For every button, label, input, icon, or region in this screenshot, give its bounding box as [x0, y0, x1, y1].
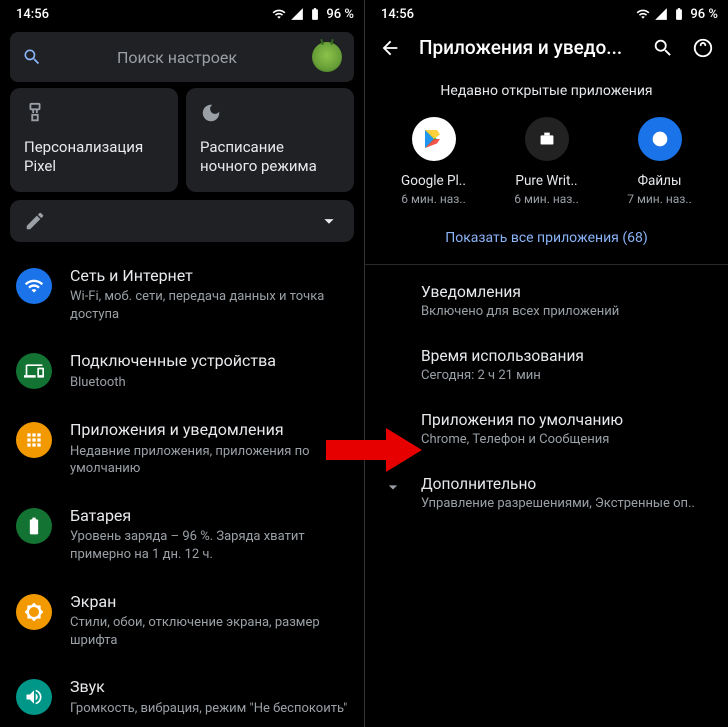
- app-time: 7 мин. наз..: [627, 192, 691, 206]
- status-battery: 96 %: [690, 7, 718, 22]
- search-placeholder: Поиск настроек: [56, 48, 298, 67]
- search-icon: [652, 37, 674, 59]
- app-name: Pure Writ..: [515, 173, 577, 189]
- recent-app-google-play[interactable]: Google Pl.. 6 мин. наз..: [384, 117, 484, 206]
- row-advanced[interactable]: Дополнительно Управление разрешениями, Э…: [365, 461, 728, 525]
- recent-apps-header: Недавно открытые приложения: [365, 67, 728, 117]
- row-network[interactable]: Сеть и Интернет Wi-Fi, моб. сети, переда…: [0, 252, 364, 338]
- pure-writer-icon: [525, 117, 569, 161]
- tile-pixel-personalization[interactable]: Персонализация Pixel: [10, 88, 178, 192]
- files-icon: [638, 117, 682, 161]
- row-title: Время использования: [421, 347, 712, 365]
- row-battery[interactable]: Батарея Уровень заряда – 96 %. Заряда хв…: [0, 492, 364, 578]
- avatar[interactable]: [312, 42, 342, 72]
- tiles-edit-bar[interactable]: [10, 200, 354, 242]
- row-title: Дополнительно: [421, 475, 712, 493]
- row-sub: Сегодня: 2 ч 21 мин: [421, 368, 712, 383]
- recent-app-pure-writer[interactable]: Pure Writ.. 6 мин. наз..: [497, 117, 597, 206]
- battery-icon: [16, 508, 52, 544]
- help-icon: [692, 37, 714, 59]
- row-title: Звук: [70, 677, 348, 698]
- row-sub: Управление разрешениями, Экстренные оп..: [421, 496, 712, 511]
- search-button[interactable]: [652, 37, 674, 59]
- help-button[interactable]: [692, 37, 714, 59]
- status-icons: 96 %: [636, 7, 718, 22]
- status-battery: 96 %: [326, 7, 354, 22]
- row-apps-notifications[interactable]: Приложения и уведомления Недавние прилож…: [0, 406, 364, 492]
- row-sound[interactable]: Звук Громкость, вибрация, режим "Не бесп…: [0, 663, 364, 727]
- row-notifications[interactable]: Уведомления Включено для всех приложений: [365, 269, 728, 333]
- row-sub: Громкость, вибрация, режим "Не беспокоит…: [70, 700, 348, 718]
- page-title: Приложения и уведо...: [419, 36, 634, 59]
- row-display[interactable]: Экран Стили, обои, отключение экрана, ра…: [0, 578, 364, 664]
- row-sub: Wi-Fi, моб. сети, передача данных и точк…: [70, 288, 348, 323]
- row-title: Уведомления: [421, 283, 712, 301]
- status-time: 14:56: [16, 7, 49, 22]
- wifi-icon: [272, 7, 286, 21]
- tile-label: Персонализация Pixel: [24, 138, 164, 176]
- battery-icon: [308, 7, 322, 21]
- back-button[interactable]: [379, 37, 401, 59]
- tile-night-schedule[interactable]: Расписание ночного режима: [186, 88, 354, 192]
- row-connected-devices[interactable]: Подключенные устройства Bluetooth: [0, 337, 364, 405]
- google-play-icon: [412, 117, 456, 161]
- row-title: Экран: [70, 592, 348, 613]
- app-name: Google Pl..: [401, 173, 466, 189]
- row-title: Батарея: [70, 506, 348, 527]
- row-sub: Chrome, Телефон и Сообщения: [421, 432, 712, 447]
- row-sub: Включено для всех приложений: [421, 304, 712, 319]
- devices-icon: [16, 353, 52, 389]
- settings-list: Сеть и Интернет Wi-Fi, моб. сети, переда…: [0, 246, 364, 727]
- status-bar: 14:56 96 %: [365, 0, 728, 26]
- wifi-icon: [636, 7, 650, 21]
- sound-icon: [16, 679, 52, 715]
- recent-apps: Google Pl.. 6 мин. наз.. Pure Writ.. 6 м…: [365, 117, 728, 206]
- row-sub: Уровень заряда – 96 %. Заряда хватит при…: [70, 528, 348, 563]
- status-bar: 14:56 96 %: [0, 0, 364, 26]
- chevron-down-icon: [318, 210, 340, 232]
- settings-main-screen: 14:56 96 % Поиск настроек Персонализация…: [0, 0, 364, 727]
- app-time: 6 мин. наз..: [401, 192, 465, 206]
- show-all-apps-link[interactable]: Показать все приложения (68): [365, 206, 728, 264]
- divider: [365, 264, 728, 265]
- row-sub: Bluetooth: [70, 374, 348, 392]
- row-default-apps[interactable]: Приложения по умолчанию Chrome, Телефон …: [365, 397, 728, 461]
- search-bar[interactable]: Поиск настроек: [10, 32, 354, 82]
- row-screen-time[interactable]: Время использования Сегодня: 2 ч 21 мин: [365, 333, 728, 397]
- display-icon: [16, 594, 52, 630]
- search-icon: [22, 47, 42, 67]
- chevron-down-icon: [383, 477, 403, 501]
- signal-icon: [654, 7, 668, 21]
- status-icons: 96 %: [272, 7, 354, 22]
- row-title: Сеть и Интернет: [70, 266, 348, 287]
- recent-app-files[interactable]: Файлы 7 мин. наз..: [610, 117, 710, 206]
- edit-pencil-icon: [24, 210, 46, 232]
- appbar: Приложения и уведо...: [365, 26, 728, 67]
- row-sub: Стили, обои, отключение экрана, размер ш…: [70, 614, 348, 649]
- signal-icon: [290, 7, 304, 21]
- battery-icon: [672, 7, 686, 21]
- moon-icon: [200, 102, 340, 128]
- row-sub: Недавние приложения, приложения по умолч…: [70, 443, 348, 478]
- brush-icon: [24, 102, 164, 128]
- apps-icon: [16, 422, 52, 458]
- row-title: Подключенные устройства: [70, 351, 348, 372]
- status-time: 14:56: [381, 7, 414, 22]
- tile-label: Расписание ночного режима: [200, 138, 340, 176]
- arrow-back-icon: [379, 37, 401, 59]
- wifi-icon: [16, 268, 52, 304]
- apps-notifications-screen: 14:56 96 % Приложения и уведо... Недавно…: [364, 0, 728, 727]
- row-title: Приложения по умолчанию: [421, 411, 712, 429]
- app-time: 6 мин. наз..: [514, 192, 578, 206]
- app-name: Файлы: [638, 173, 682, 189]
- row-title: Приложения и уведомления: [70, 420, 348, 441]
